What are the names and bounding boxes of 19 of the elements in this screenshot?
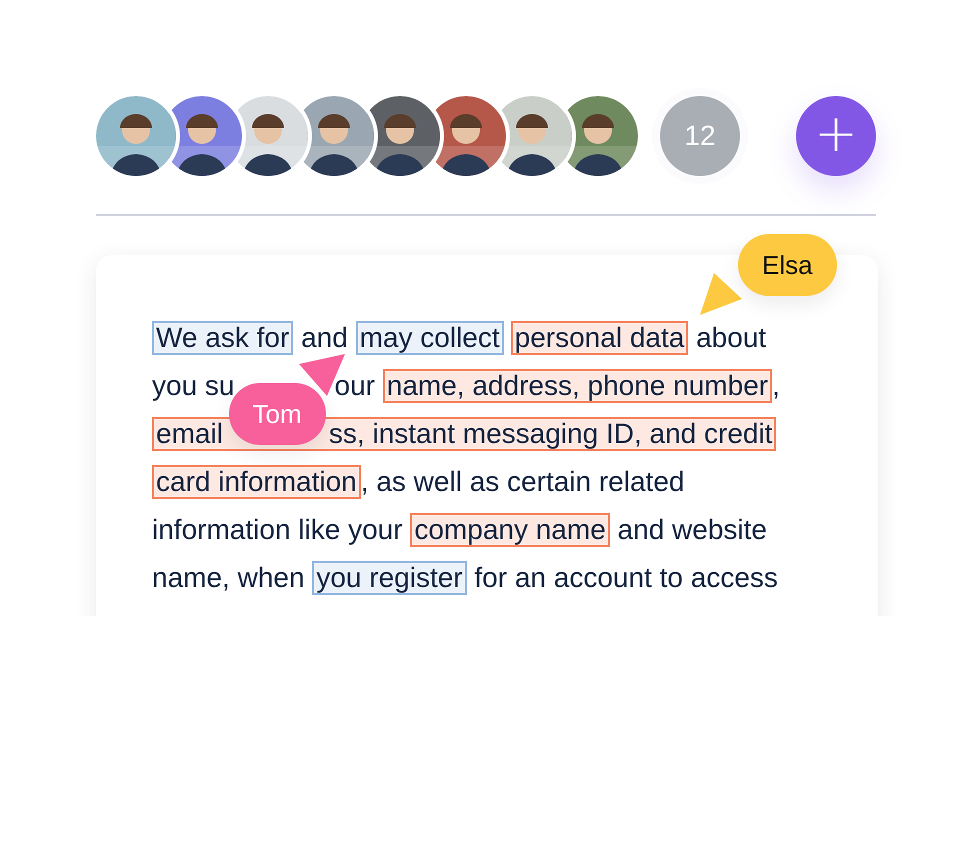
paragraph-text: name, when	[152, 561, 306, 595]
text-highlight[interactable]: may collect	[356, 321, 504, 355]
text-highlight[interactable]: card information	[152, 465, 361, 499]
paragraph-text: ,	[772, 369, 780, 403]
add-button[interactable]: +	[796, 96, 876, 176]
paragraph-text: and website	[616, 513, 767, 547]
paragraph-text: information like your	[152, 513, 404, 547]
text-highlight[interactable]: ss, instant messaging ID, and credit	[328, 417, 776, 451]
paragraph-text: and	[300, 321, 349, 355]
text-highlight[interactable]: name, address, phone number	[382, 369, 772, 403]
text-highlight[interactable]: you register	[312, 561, 467, 595]
paragraph-text: our	[334, 369, 376, 403]
paragraph-text: about	[695, 321, 766, 355]
paragraph-text: for an account to access	[473, 561, 778, 595]
paragraph-text: , as well as certain related	[360, 465, 684, 499]
text-highlight[interactable]: company name	[410, 513, 610, 547]
cursor-name-label: Elsa	[738, 234, 837, 296]
text-highlight[interactable]: personal data	[510, 321, 688, 355]
text-highlight[interactable]: We ask for	[152, 321, 294, 355]
